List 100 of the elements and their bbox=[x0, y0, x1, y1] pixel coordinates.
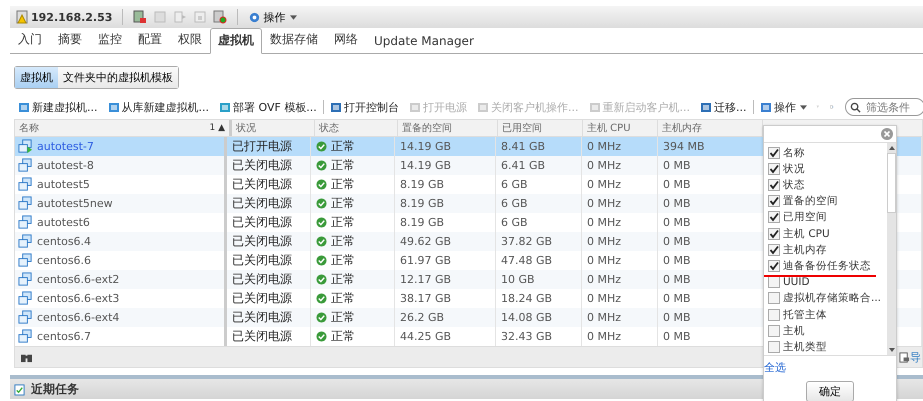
tab[interactable]: 摘要 bbox=[50, 27, 90, 53]
table-cell: 0 MB bbox=[663, 159, 691, 172]
table-cell: 47.48 GB bbox=[501, 254, 552, 267]
checkbox-label[interactable]: 托管主体 bbox=[783, 308, 827, 322]
subtab[interactable]: 文件夹中的虚拟机模板 bbox=[58, 67, 178, 88]
checkbox[interactable] bbox=[768, 276, 780, 288]
scrollbar[interactable] bbox=[887, 142, 896, 355]
table-cell: 已关闭电源 bbox=[232, 195, 292, 212]
vm-name[interactable]: autotest-7 bbox=[37, 140, 94, 153]
clear-icon[interactable] bbox=[881, 128, 893, 140]
select-all-link[interactable]: 全选 bbox=[764, 360, 786, 375]
vm-name[interactable]: autotest6 bbox=[37, 216, 90, 229]
table-cell: 8.41 GB bbox=[501, 140, 546, 153]
toolbar-icon bbox=[476, 100, 490, 114]
vm-name[interactable]: autotest-8 bbox=[37, 159, 94, 172]
checkbox[interactable] bbox=[768, 308, 780, 321]
table-cell: 已关闭电源 bbox=[232, 214, 292, 231]
vm-name[interactable]: autotest5new bbox=[37, 197, 113, 210]
actions-button[interactable]: 操作 bbox=[248, 10, 298, 24]
tab[interactable]: 监控 bbox=[90, 27, 130, 53]
toolbar-icon bbox=[758, 100, 773, 114]
checkbox[interactable] bbox=[768, 292, 780, 304]
tab[interactable]: 数据存储 bbox=[262, 27, 326, 53]
column-search-field[interactable] bbox=[764, 126, 896, 143]
column-header[interactable]: 状况 bbox=[236, 121, 256, 135]
column-header[interactable]: 主机内存 bbox=[662, 121, 702, 135]
check-icon bbox=[316, 293, 327, 304]
table-cell: 10 GB bbox=[501, 273, 535, 286]
checkbox[interactable] bbox=[768, 260, 780, 272]
table-cell: 0 MB bbox=[663, 235, 691, 248]
table-cell: 14.19 GB bbox=[400, 159, 452, 172]
table-cell: 正常 bbox=[331, 252, 355, 269]
checkbox[interactable] bbox=[768, 211, 780, 224]
checkbox[interactable] bbox=[768, 244, 780, 256]
checkbox-label[interactable]: 主机 CPU bbox=[783, 226, 830, 241]
vm-name[interactable]: autotest5 bbox=[37, 178, 90, 191]
toolbar-button[interactable]: 新建虚拟机... bbox=[14, 100, 100, 114]
table-cell: 已关闭电源 bbox=[232, 252, 292, 269]
check-icon bbox=[316, 179, 327, 190]
checkbox[interactable] bbox=[768, 162, 780, 175]
checkbox-label[interactable]: 状态 bbox=[783, 178, 805, 192]
checkbox-label[interactable]: 名称 bbox=[783, 146, 805, 160]
checkbox[interactable] bbox=[768, 146, 780, 159]
checkbox[interactable] bbox=[768, 228, 780, 240]
toolbar-button[interactable]: 操作 bbox=[756, 100, 810, 114]
vm-name[interactable]: centos6.4 bbox=[37, 235, 92, 248]
tab[interactable]: 配置 bbox=[130, 27, 170, 53]
table-cell: 0 MHz bbox=[587, 273, 622, 286]
tab[interactable]: Update Manager bbox=[366, 30, 482, 53]
column-header[interactable]: 名称 bbox=[19, 121, 39, 135]
ok-button[interactable]: 确定 bbox=[806, 381, 854, 401]
vm-name[interactable]: centos6.6-ext3 bbox=[37, 292, 120, 305]
vm-name[interactable]: centos6.7 bbox=[37, 330, 92, 343]
check-icon bbox=[316, 141, 327, 152]
toolbar-icon bbox=[329, 100, 344, 114]
column-header[interactable]: 已用空间 bbox=[502, 121, 542, 135]
checkbox[interactable] bbox=[768, 179, 780, 192]
toolbar-icon bbox=[699, 100, 714, 114]
subtab[interactable]: 虚拟机 bbox=[15, 67, 58, 88]
vm-name[interactable]: centos6.6-ext2 bbox=[37, 273, 120, 286]
checkbox[interactable] bbox=[768, 340, 780, 353]
toolbar-button[interactable]: 部署 OVF 模板... bbox=[215, 100, 320, 114]
table-cell: 0 MB bbox=[663, 292, 691, 305]
tab[interactable]: 虚拟机 bbox=[210, 28, 262, 54]
checkbox-label[interactable]: 主机类型 bbox=[783, 340, 827, 354]
checkbox-label[interactable]: 主机 bbox=[783, 324, 805, 338]
checkbox[interactable] bbox=[768, 324, 780, 337]
checkbox-label[interactable]: 虚拟机存储策略合... bbox=[783, 291, 882, 306]
tab[interactable]: 入门 bbox=[10, 27, 50, 53]
table-cell: 0 MHz bbox=[587, 254, 622, 267]
table-cell: 0 MHz bbox=[587, 216, 622, 229]
checkbox-label[interactable]: 已用空间 bbox=[783, 210, 827, 224]
checkbox-label[interactable]: 置备的空间 bbox=[783, 194, 838, 208]
vm-name[interactable]: centos6.6-ext4 bbox=[37, 311, 120, 324]
check-icon bbox=[316, 198, 327, 209]
export-link[interactable]: 导 bbox=[910, 350, 920, 364]
checkbox[interactable] bbox=[768, 195, 780, 208]
tab[interactable]: 网络 bbox=[326, 27, 366, 53]
checkbox-label[interactable]: 迪备备份任务状态 bbox=[783, 258, 871, 273]
scroll-up-icon[interactable] bbox=[888, 146, 894, 150]
export-icon[interactable] bbox=[899, 352, 910, 362]
toolbar-button[interactable]: 打开控制台 bbox=[326, 100, 402, 114]
table-cell: 已打开电源 bbox=[232, 138, 292, 155]
scroll-down-icon[interactable] bbox=[888, 348, 894, 352]
filter-field[interactable]: 筛选条件 bbox=[845, 98, 923, 116]
table-cell: 0 MB bbox=[663, 178, 691, 191]
table-cell: 6 GB bbox=[501, 216, 528, 229]
column-header[interactable]: 状态 bbox=[319, 121, 339, 135]
vm-name[interactable]: centos6.6 bbox=[37, 254, 92, 267]
toolbar-button[interactable]: 从库新建虚拟机... bbox=[104, 100, 212, 114]
checkbox-label[interactable]: 主机内存 bbox=[783, 242, 827, 257]
table-cell: 已关闭电源 bbox=[232, 271, 292, 288]
caret-icon bbox=[290, 14, 298, 20]
column-header[interactable]: 置备的空间 bbox=[402, 121, 452, 135]
tab[interactable]: 权限 bbox=[170, 27, 210, 53]
toolbar-button[interactable]: 迁移... bbox=[696, 100, 750, 114]
checkbox-label[interactable]: 状况 bbox=[783, 162, 805, 176]
table-cell: 44.25 GB bbox=[400, 330, 452, 343]
checkbox-label[interactable]: UUID bbox=[783, 276, 810, 288]
column-header[interactable]: 主机 CPU bbox=[587, 121, 631, 135]
